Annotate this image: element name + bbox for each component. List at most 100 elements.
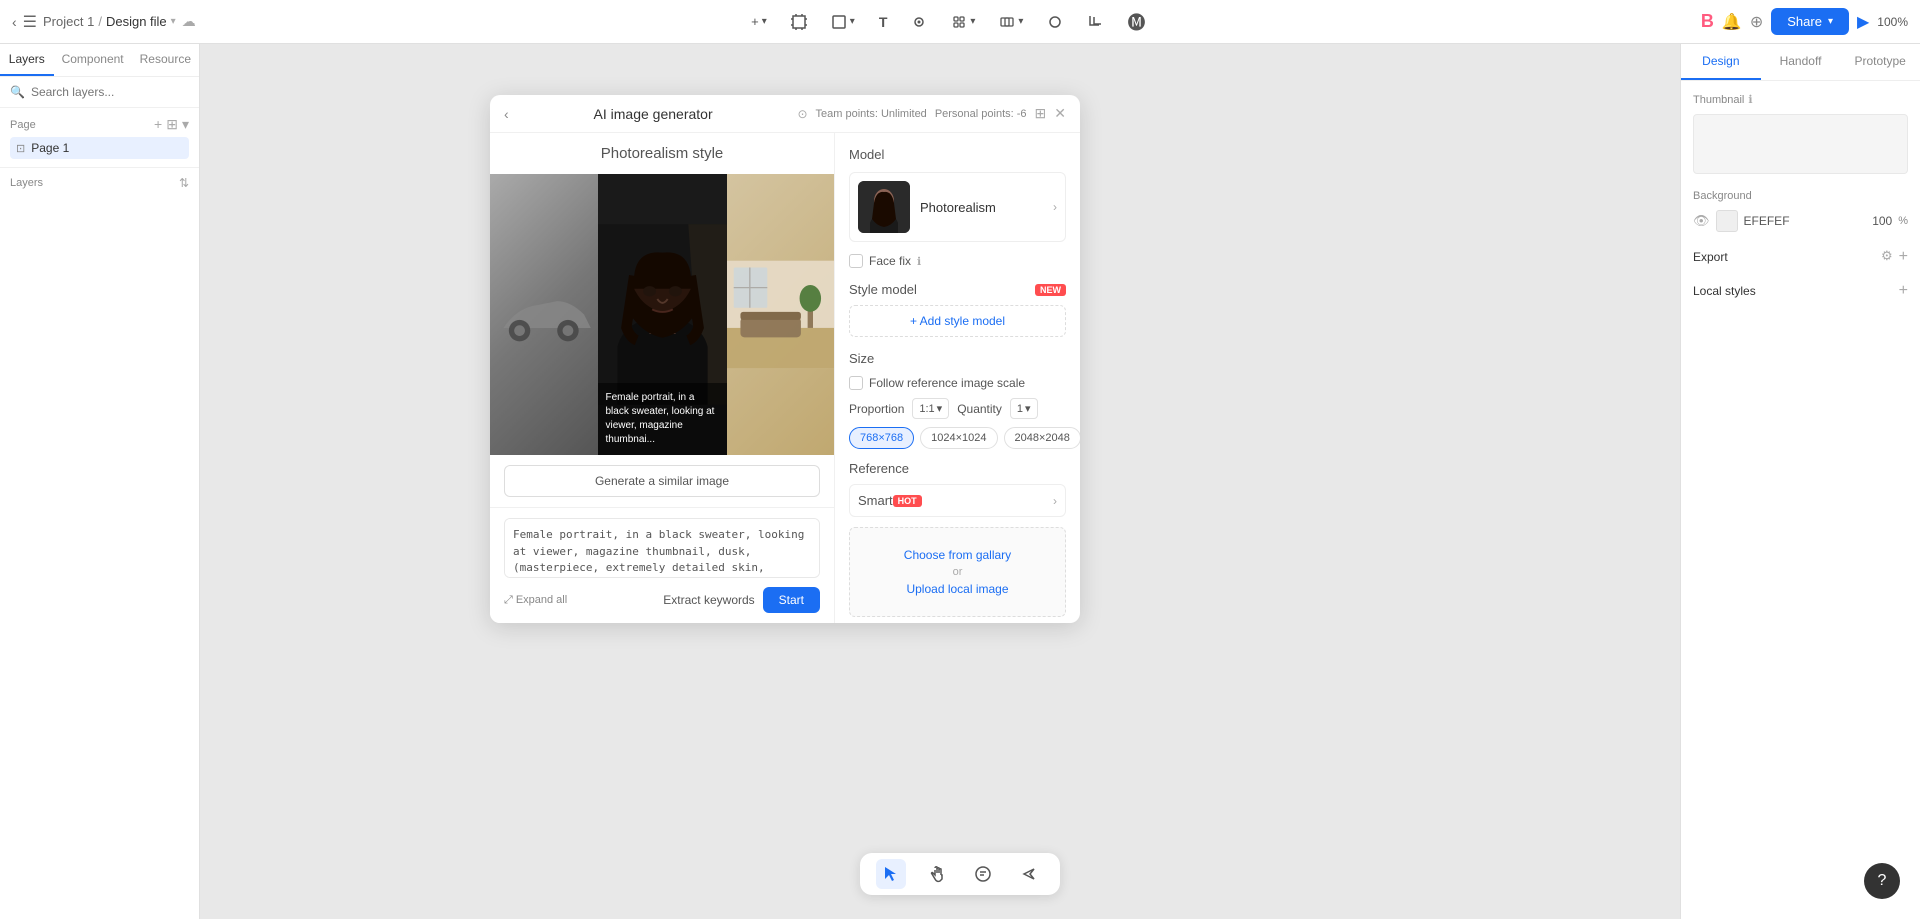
mask-tool[interactable]: ▾	[992, 10, 1030, 34]
add-tool[interactable]: +▾	[744, 10, 774, 33]
prompt-textarea[interactable]: Female portrait, in a black sweater, loo…	[504, 518, 820, 578]
follow-ref-checkbox[interactable]	[849, 376, 863, 390]
page-section-title: Page	[10, 119, 36, 131]
upload-local-link[interactable]: Upload local image	[906, 582, 1008, 596]
help-icon: ?	[1878, 872, 1887, 890]
frame-tool[interactable]	[784, 10, 814, 34]
bg-color-swatch[interactable]	[1716, 210, 1738, 232]
model-selector[interactable]: Photorealism ›	[849, 172, 1066, 242]
ai-panel-back-icon[interactable]: ‹	[504, 106, 509, 122]
size-option-1024[interactable]: 1024×1024	[920, 427, 997, 449]
share-button[interactable]: Share ▾	[1771, 8, 1849, 35]
background-section: Background 👁 EFEFEF 100 %	[1693, 190, 1908, 232]
ai-tool[interactable]: 🅜	[1120, 5, 1152, 39]
tab-design[interactable]: Design	[1681, 44, 1761, 80]
size-option-768[interactable]: 768×768	[849, 427, 914, 449]
proportion-value: 1:1	[919, 403, 934, 415]
search-layers-input[interactable]	[31, 85, 189, 99]
image-room	[727, 174, 835, 455]
top-bar: ‹ ☰ Project 1 / Design file ▾ ☁ +▾ ▾ T ▾	[0, 0, 1920, 44]
tool-cursor[interactable]	[876, 859, 906, 889]
thumbnail-info-icon: ℹ	[1748, 93, 1752, 106]
tool-more[interactable]	[1014, 859, 1044, 889]
ai-panel-actions: ⊙ Team points: Unlimited Personal points…	[797, 105, 1066, 122]
thumbnail-label: Thumbnail	[1693, 94, 1744, 106]
circle-tool[interactable]	[1040, 10, 1070, 34]
prompt-right-actions: Extract keywords Start	[663, 587, 820, 613]
generate-similar-button[interactable]: Generate a similar image	[504, 465, 820, 497]
tab-handoff[interactable]: Handoff	[1761, 44, 1841, 80]
size-section: Size Follow reference image scale Propor…	[849, 351, 1066, 449]
panel-pin-icon[interactable]: ⊞	[1035, 105, 1047, 122]
tab-layers[interactable]: Layers	[0, 44, 54, 76]
team-points-icon: ⊙	[797, 107, 807, 121]
help-button[interactable]: ?	[1864, 863, 1900, 899]
filename[interactable]: Design file	[106, 14, 167, 29]
expand-all-button[interactable]: ⤢ Expand all	[504, 594, 567, 607]
pen-tool[interactable]	[904, 10, 934, 34]
choose-gallery-link[interactable]: Choose from gallary	[904, 548, 1011, 562]
notification-icon[interactable]: 🔔	[1722, 12, 1742, 32]
face-fix-checkbox[interactable]	[849, 254, 863, 268]
component-tool[interactable]: ▾	[944, 10, 982, 34]
back-icon[interactable]: ‹	[12, 14, 17, 30]
extract-keywords-button[interactable]: Extract keywords	[663, 593, 754, 607]
export-label: Export	[1693, 250, 1728, 264]
start-button[interactable]: Start	[763, 587, 820, 613]
smart-row[interactable]: Smart HOT ›	[849, 484, 1066, 517]
menu-icon[interactable]: ☰	[23, 12, 37, 32]
tab-resource[interactable]: Resource	[132, 44, 199, 76]
layers-section: Layers ⇅	[0, 168, 199, 919]
cloud-icon: ☁	[182, 13, 196, 30]
filename-chevron[interactable]: ▾	[171, 16, 176, 27]
shape-tool[interactable]: ▾	[824, 10, 862, 34]
page-item[interactable]: ⊡ Page 1	[10, 137, 189, 159]
search-layers-box: 🔍	[0, 77, 199, 108]
tab-prototype[interactable]: Prototype	[1840, 44, 1920, 80]
model-thumbnail	[858, 181, 910, 233]
export-settings-icon[interactable]: ⚙	[1881, 248, 1893, 266]
add-page-icon[interactable]: +	[154, 116, 162, 133]
face-fix-info-icon[interactable]: ℹ	[917, 255, 921, 268]
model-section-title: Model	[849, 147, 1066, 162]
left-sidebar: Layers Component Resource 🔍 Page + ⊞ ▾ ⊡…	[0, 44, 200, 919]
bg-color-text[interactable]: EFEFEF	[1744, 214, 1790, 228]
text-tool[interactable]: T	[872, 10, 895, 34]
style-title: Photorealism style	[490, 133, 834, 174]
ai-panel-body: Photorealism style	[490, 133, 1080, 623]
model-chevron-icon: ›	[1053, 200, 1057, 214]
play-button[interactable]: ▶	[1857, 12, 1869, 32]
image-portrait: Female portrait, in a black sweater, loo…	[598, 174, 727, 455]
project-name: Project 1	[43, 14, 94, 29]
right-sidebar-tabs: Design Handoff Prototype	[1681, 44, 1920, 81]
size-option-2048[interactable]: 2048×2048	[1004, 427, 1080, 449]
expand-icon: ⤢	[504, 594, 513, 607]
layers-sort-icon[interactable]: ⇅	[179, 176, 189, 190]
tool-comment[interactable]	[968, 859, 998, 889]
personal-points-text: Personal points: -6	[935, 108, 1027, 120]
page-more-icon[interactable]: ▾	[182, 116, 189, 133]
local-styles-label: Local styles	[1693, 284, 1756, 298]
thumbnail-preview	[1693, 114, 1908, 174]
add-local-style-icon[interactable]: +	[1899, 282, 1908, 300]
quantity-select[interactable]: 1 ▾	[1010, 398, 1038, 419]
upload-or-text: or	[870, 566, 1045, 578]
settings-icon[interactable]: ⊕	[1750, 12, 1763, 32]
panel-close-icon[interactable]: ✕	[1054, 105, 1066, 122]
page-actions: + ⊞ ▾	[154, 116, 189, 133]
add-style-button[interactable]: + Add style model	[849, 305, 1066, 337]
proportion-select[interactable]: 1:1 ▾	[912, 398, 949, 419]
zoom-level[interactable]: 100%	[1877, 15, 1908, 29]
style-model-label: Style model	[849, 282, 917, 297]
follow-ref-label: Follow reference image scale	[869, 376, 1025, 390]
add-export-icon[interactable]: +	[1899, 248, 1908, 266]
ai-panel-left: Photorealism style	[490, 133, 835, 623]
page-folder-icon[interactable]: ⊞	[166, 116, 178, 133]
top-bar-left: ‹ ☰ Project 1 / Design file ▾ ☁	[12, 12, 196, 32]
tool-hand[interactable]	[922, 859, 952, 889]
visibility-icon[interactable]: 👁	[1693, 213, 1710, 229]
bg-opacity[interactable]: 100	[1872, 214, 1892, 228]
size-options: 768×768 1024×1024 2048×2048	[849, 427, 1066, 449]
tab-component[interactable]: Component	[54, 44, 132, 76]
crop-tool[interactable]	[1080, 10, 1110, 34]
